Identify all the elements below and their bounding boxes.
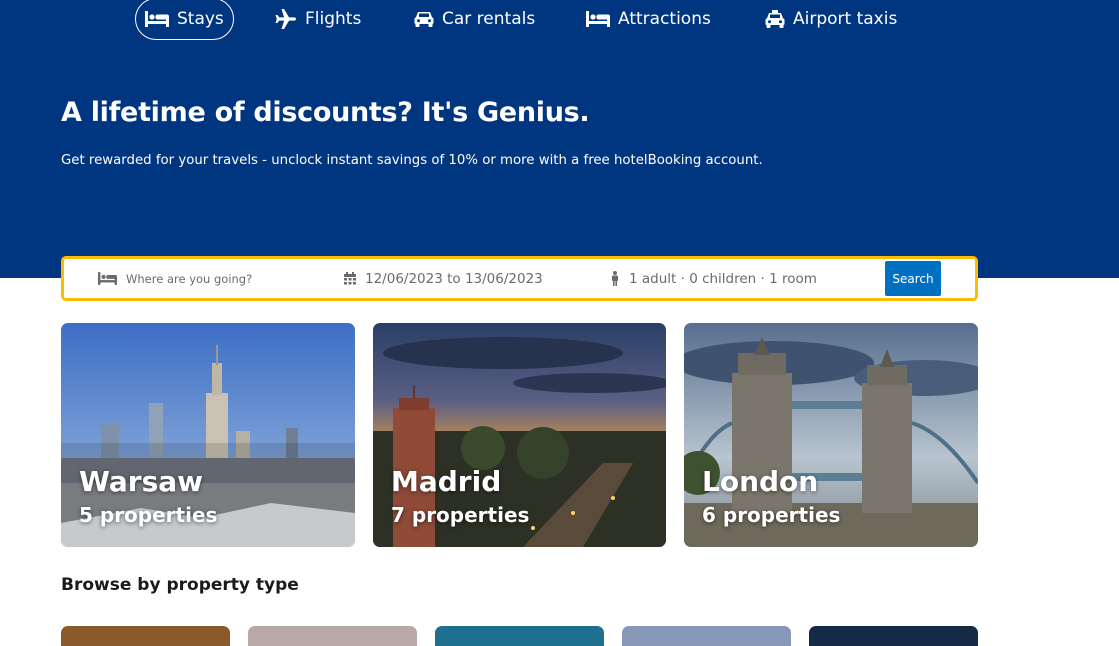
city-name: Warsaw [79, 465, 204, 498]
destination-placeholder: Where are you going? [126, 271, 253, 286]
city-card-warsaw[interactable]: Warsaw 5 properties [61, 323, 355, 547]
city-properties-count: 6 properties [702, 503, 841, 527]
city-properties-count: 7 properties [391, 503, 530, 527]
nav-item-flights[interactable]: Flights [266, 0, 370, 40]
bed-icon [145, 11, 169, 27]
property-type-card[interactable] [61, 626, 230, 646]
taxi-icon [765, 9, 785, 29]
nav-item-car-rentals[interactable]: Car rentals [405, 0, 544, 40]
hero-subtitle: Get rewarded for your travels - unclock … [61, 153, 763, 168]
guests-value: 1 adult · 0 children · 1 room [629, 270, 817, 287]
property-type-card[interactable] [435, 626, 604, 646]
plane-icon [275, 9, 297, 29]
section-title-property-types: Browse by property type [61, 575, 299, 595]
hero-banner: Stays Flights Car rentals Attractions Ai… [0, 0, 1119, 278]
nav-item-label: Airport taxis [793, 9, 898, 29]
date-range-value: 12/06/2023 to 13/06/2023 [365, 270, 543, 287]
search-button[interactable]: Search [885, 261, 941, 296]
top-navigation: Stays Flights Car rentals Attractions Ai… [0, 0, 1119, 42]
guests-field[interactable]: 1 adult · 0 children · 1 room [610, 259, 817, 298]
hero-title: A lifetime of discounts? It's Genius. [61, 97, 590, 128]
property-type-card[interactable] [809, 626, 978, 646]
bed-icon [586, 11, 610, 27]
nav-item-label: Attractions [618, 9, 711, 29]
city-name: London [702, 465, 819, 498]
city-card-madrid[interactable]: Madrid 7 properties [373, 323, 666, 547]
nav-item-attractions[interactable]: Attractions [577, 0, 720, 40]
city-name: Madrid [391, 465, 502, 498]
nav-item-label: Flights [305, 9, 362, 29]
search-bar: Where are you going? 12/06/2023 to 13/06… [61, 256, 978, 301]
calendar-icon [344, 272, 356, 285]
date-field[interactable]: 12/06/2023 to 13/06/2023 [344, 259, 543, 298]
destination-field[interactable]: Where are you going? [98, 259, 252, 298]
nav-item-label: Car rentals [442, 9, 536, 29]
city-properties-count: 5 properties [79, 503, 218, 527]
nav-item-label: Stays [177, 9, 224, 29]
person-icon [610, 271, 620, 286]
nav-item-stays[interactable]: Stays [135, 0, 234, 40]
city-card-london[interactable]: London 6 properties [684, 323, 978, 547]
property-type-card[interactable] [248, 626, 417, 646]
car-icon [414, 11, 434, 28]
nav-item-airport-taxis[interactable]: Airport taxis [756, 0, 906, 40]
bed-icon [98, 272, 117, 285]
property-type-card[interactable] [622, 626, 791, 646]
